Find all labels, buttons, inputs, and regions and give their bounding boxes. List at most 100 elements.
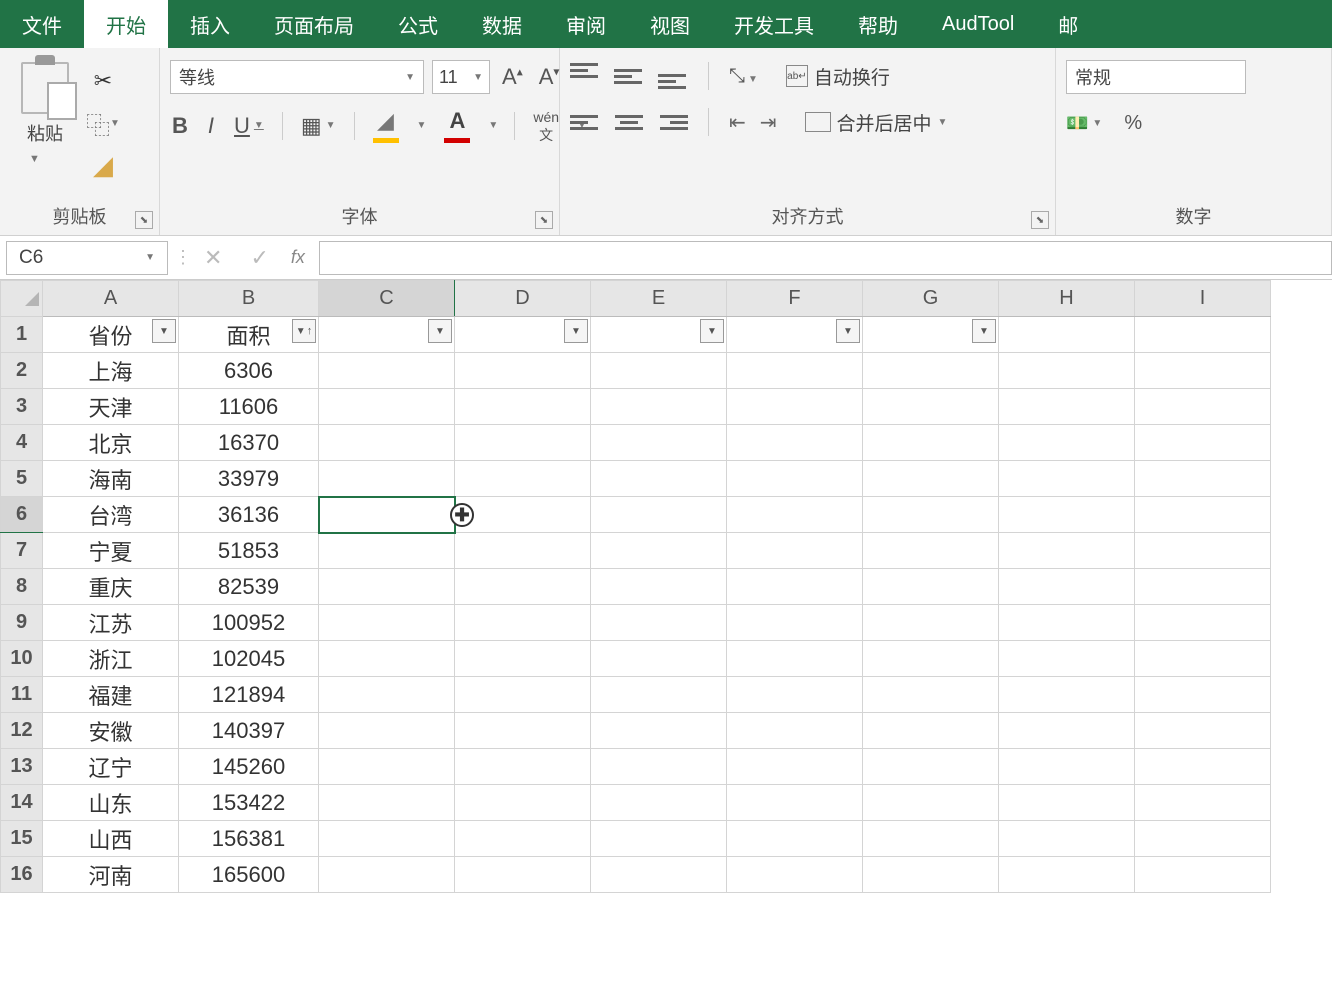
- tab-help[interactable]: 帮助: [836, 0, 920, 48]
- row-header-6[interactable]: 6: [1, 497, 43, 533]
- cell-I4[interactable]: [1135, 425, 1271, 461]
- cell-G5[interactable]: [863, 461, 999, 497]
- border-button[interactable]: ▼: [299, 111, 338, 141]
- cell-B2[interactable]: 6306: [179, 353, 319, 389]
- cell-H7[interactable]: [999, 533, 1135, 569]
- column-header-G[interactable]: G: [863, 281, 999, 317]
- row-header-8[interactable]: 8: [1, 569, 43, 605]
- cell-B16[interactable]: 165600: [179, 857, 319, 893]
- cell-C14[interactable]: [319, 785, 455, 821]
- filter-button-C[interactable]: ▼: [428, 319, 452, 343]
- filter-button-G[interactable]: ▼: [972, 319, 996, 343]
- cell-G11[interactable]: [863, 677, 999, 713]
- tab-page-layout[interactable]: 页面布局: [252, 0, 376, 48]
- cell-A12[interactable]: 安徽: [43, 713, 179, 749]
- cell-D1[interactable]: ▼: [455, 317, 591, 353]
- tab-insert[interactable]: 插入: [168, 0, 252, 48]
- cell-C12[interactable]: [319, 713, 455, 749]
- cell-F1[interactable]: ▼: [727, 317, 863, 353]
- column-header-B[interactable]: B: [179, 281, 319, 317]
- cell-C9[interactable]: [319, 605, 455, 641]
- cell-C8[interactable]: [319, 569, 455, 605]
- cell-G16[interactable]: [863, 857, 999, 893]
- align-middle-button[interactable]: [614, 63, 644, 89]
- align-right-button[interactable]: [658, 109, 688, 135]
- cell-I14[interactable]: [1135, 785, 1271, 821]
- copy-button[interactable]: ▼: [86, 108, 120, 138]
- wrap-text-button[interactable]: ab↵ 自动换行: [786, 63, 890, 90]
- cell-D16[interactable]: [455, 857, 591, 893]
- cell-F14[interactable]: [727, 785, 863, 821]
- clipboard-dialog-launcher[interactable]: ⬊: [135, 211, 153, 229]
- cut-button[interactable]: [86, 66, 120, 96]
- cancel-formula-button[interactable]: ✕: [190, 245, 236, 271]
- cell-A7[interactable]: 宁夏: [43, 533, 179, 569]
- row-header-16[interactable]: 16: [1, 857, 43, 893]
- font-color-dropdown[interactable]: ▼: [488, 120, 498, 131]
- cell-E10[interactable]: [591, 641, 727, 677]
- underline-button[interactable]: U▼: [232, 111, 266, 141]
- cell-C2[interactable]: [319, 353, 455, 389]
- cell-F15[interactable]: [727, 821, 863, 857]
- cell-B13[interactable]: 145260: [179, 749, 319, 785]
- cell-A13[interactable]: 辽宁: [43, 749, 179, 785]
- formula-bar-grip[interactable]: ⋮: [174, 247, 190, 268]
- cell-G3[interactable]: [863, 389, 999, 425]
- cell-I8[interactable]: [1135, 569, 1271, 605]
- cell-C11[interactable]: [319, 677, 455, 713]
- cell-I9[interactable]: [1135, 605, 1271, 641]
- row-header-15[interactable]: 15: [1, 821, 43, 857]
- cell-A3[interactable]: 天津: [43, 389, 179, 425]
- cell-I1[interactable]: [1135, 317, 1271, 353]
- font-name-select[interactable]: 等线 ▼: [170, 60, 424, 94]
- cell-E7[interactable]: [591, 533, 727, 569]
- cell-B6[interactable]: 36136: [179, 497, 319, 533]
- cell-F10[interactable]: [727, 641, 863, 677]
- align-top-button[interactable]: [570, 63, 600, 89]
- cell-A2[interactable]: 上海: [43, 353, 179, 389]
- cell-A16[interactable]: 河南: [43, 857, 179, 893]
- cell-A6[interactable]: 台湾: [43, 497, 179, 533]
- row-header-7[interactable]: 7: [1, 533, 43, 569]
- cell-D3[interactable]: [455, 389, 591, 425]
- formula-input[interactable]: [319, 241, 1332, 275]
- cell-H1[interactable]: [999, 317, 1135, 353]
- cell-D7[interactable]: [455, 533, 591, 569]
- cell-F13[interactable]: [727, 749, 863, 785]
- cell-D8[interactable]: [455, 569, 591, 605]
- cell-H11[interactable]: [999, 677, 1135, 713]
- paste-button[interactable]: 粘贴▼: [10, 62, 80, 167]
- cell-H16[interactable]: [999, 857, 1135, 893]
- cell-E1[interactable]: ▼: [591, 317, 727, 353]
- cell-B10[interactable]: 102045: [179, 641, 319, 677]
- alignment-dialog-launcher[interactable]: ⬊: [1031, 211, 1049, 229]
- cell-F8[interactable]: [727, 569, 863, 605]
- cell-B12[interactable]: 140397: [179, 713, 319, 749]
- tab-mail[interactable]: 邮: [1036, 0, 1100, 48]
- cell-H4[interactable]: [999, 425, 1135, 461]
- cell-F7[interactable]: [727, 533, 863, 569]
- column-header-F[interactable]: F: [727, 281, 863, 317]
- merge-center-button[interactable]: 合并后居中 ▼: [805, 109, 948, 136]
- tab-data[interactable]: 数据: [460, 0, 544, 48]
- cell-G12[interactable]: [863, 713, 999, 749]
- cell-B14[interactable]: 153422: [179, 785, 319, 821]
- filter-button-A[interactable]: ▼: [152, 319, 176, 343]
- cell-D6[interactable]: [455, 497, 591, 533]
- cell-H13[interactable]: [999, 749, 1135, 785]
- cell-D14[interactable]: [455, 785, 591, 821]
- row-header-12[interactable]: 12: [1, 713, 43, 749]
- cell-E11[interactable]: [591, 677, 727, 713]
- cell-I2[interactable]: [1135, 353, 1271, 389]
- cell-G13[interactable]: [863, 749, 999, 785]
- column-header-H[interactable]: H: [999, 281, 1135, 317]
- row-header-14[interactable]: 14: [1, 785, 43, 821]
- cell-H3[interactable]: [999, 389, 1135, 425]
- row-header-11[interactable]: 11: [1, 677, 43, 713]
- cell-I16[interactable]: [1135, 857, 1271, 893]
- cell-A8[interactable]: 重庆: [43, 569, 179, 605]
- cell-A14[interactable]: 山东: [43, 785, 179, 821]
- cell-C3[interactable]: [319, 389, 455, 425]
- row-header-9[interactable]: 9: [1, 605, 43, 641]
- cell-E2[interactable]: [591, 353, 727, 389]
